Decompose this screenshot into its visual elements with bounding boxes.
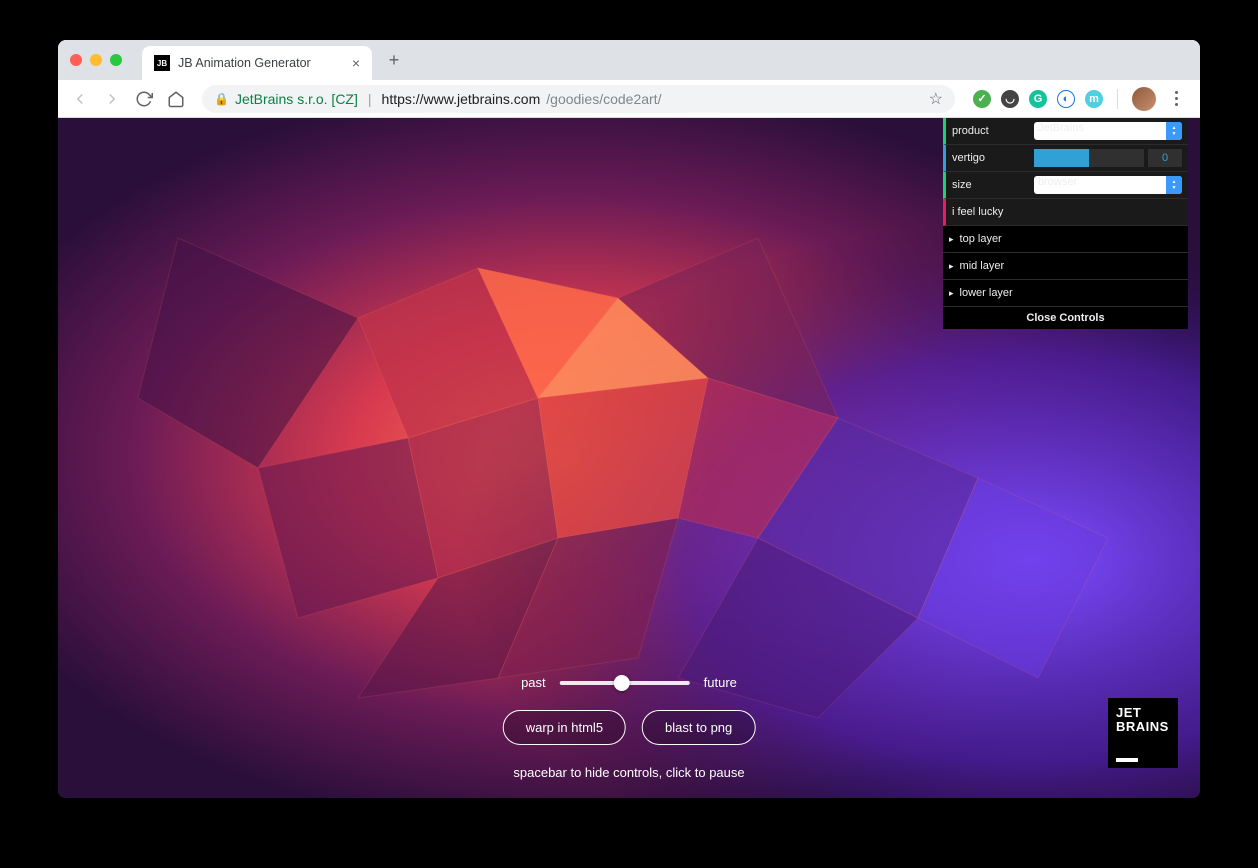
logo-text: JETBRAINS (1116, 706, 1170, 733)
forward-button[interactable] (98, 85, 126, 113)
tab-strip: JB JB Animation Generator × + (58, 40, 1200, 80)
url-path: /goodies/code2art/ (546, 91, 661, 107)
lock-icon: 🔒 (214, 92, 229, 106)
blast-png-button[interactable]: blast to png (642, 710, 755, 745)
browser-menu-button[interactable] (1166, 91, 1186, 106)
tab-title: JB Animation Generator (178, 56, 311, 70)
tab-favicon-icon: JB (154, 55, 170, 71)
vertigo-number-input[interactable]: 0 (1148, 149, 1182, 167)
address-separator: | (364, 91, 376, 107)
maximize-window-button[interactable] (110, 54, 122, 66)
profile-avatar[interactable] (1132, 87, 1156, 111)
extension-grammarly-icon[interactable]: G (1029, 90, 1047, 108)
slider-label-future: future (704, 675, 737, 690)
select-arrows-icon (1166, 122, 1182, 140)
size-select[interactable]: browser (1034, 176, 1182, 194)
window-controls (68, 54, 128, 66)
keyboard-hint: spacebar to hide controls, click to paus… (513, 765, 744, 780)
export-buttons: warp in html5 blast to png (503, 710, 756, 745)
browser-window: JB JB Animation Generator × + 🔒 JetBrain… (58, 40, 1200, 798)
controls-panel: product JetBrains vertigo 0 size browser (943, 118, 1188, 329)
warp-html5-button[interactable]: warp in html5 (503, 710, 626, 745)
toolbar-separator (1117, 89, 1118, 109)
gui-row-lucky[interactable]: i feel lucky (943, 199, 1188, 226)
select-arrows-icon (1166, 176, 1182, 194)
jetbrains-logo[interactable]: JETBRAINS (1108, 698, 1178, 768)
slider-label-past: past (521, 675, 546, 690)
vertigo-slider[interactable] (1034, 149, 1144, 167)
close-window-button[interactable] (70, 54, 82, 66)
bookmark-star-icon[interactable]: ☆ (929, 89, 943, 109)
gui-folder-mid-layer[interactable]: mid layer (943, 253, 1188, 280)
browser-toolbar: 🔒 JetBrains s.r.o. [CZ] | https://www.je… (58, 80, 1200, 118)
address-bar[interactable]: 🔒 JetBrains s.r.o. [CZ] | https://www.je… (202, 85, 955, 113)
bottom-controls: past future warp in html5 blast to png s… (503, 675, 756, 780)
reload-button[interactable] (130, 85, 158, 113)
logo-bar-icon (1116, 758, 1138, 762)
vertigo-slider-fill (1034, 149, 1089, 167)
size-select-value: browser (1034, 176, 1182, 194)
time-slider-row: past future (521, 675, 737, 690)
gui-label: size (946, 179, 1034, 191)
product-select-value: JetBrains (1034, 122, 1182, 140)
gui-row-size: size browser (943, 172, 1188, 199)
gui-folder-lower-layer[interactable]: lower layer (943, 280, 1188, 307)
gui-row-vertigo: vertigo 0 (943, 145, 1188, 172)
cert-org: JetBrains s.r.o. [CZ] (235, 91, 358, 107)
extension-icon[interactable]: ◐ (1057, 90, 1075, 108)
new-tab-button[interactable]: + (380, 46, 408, 74)
extension-icon[interactable]: m (1085, 90, 1103, 108)
lucky-button-label: i feel lucky (946, 206, 1003, 218)
product-select[interactable]: JetBrains (1034, 122, 1182, 140)
extensions-area: ✓ ◡ G ◐ m (967, 87, 1192, 111)
gui-label: vertigo (946, 152, 1034, 164)
close-controls-button[interactable]: Close Controls (943, 307, 1188, 329)
browser-tab[interactable]: JB JB Animation Generator × (142, 46, 372, 80)
extension-pocket-icon[interactable]: ◡ (1001, 90, 1019, 108)
home-button[interactable] (162, 85, 190, 113)
time-slider-thumb[interactable] (614, 675, 630, 691)
page-content: product JetBrains vertigo 0 size browser (58, 118, 1200, 798)
gui-row-product: product JetBrains (943, 118, 1188, 145)
gui-folder-top-layer[interactable]: top layer (943, 226, 1188, 253)
gui-label: product (946, 125, 1034, 137)
back-button[interactable] (66, 85, 94, 113)
url-host: https://www.jetbrains.com (382, 91, 541, 107)
time-slider[interactable] (560, 681, 690, 685)
close-tab-icon[interactable]: × (352, 55, 360, 71)
minimize-window-button[interactable] (90, 54, 102, 66)
extension-icon[interactable]: ✓ (973, 90, 991, 108)
